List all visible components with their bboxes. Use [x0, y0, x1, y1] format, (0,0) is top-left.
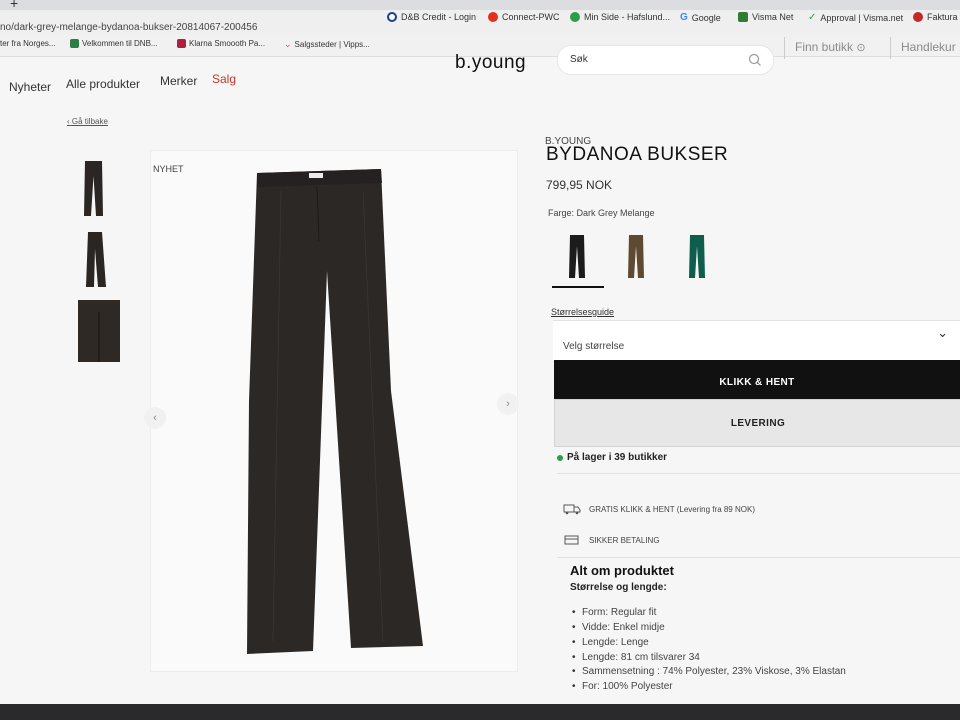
bookmark-google[interactable]: G Google: [680, 12, 721, 23]
about-product-heading: Alt om produktet: [570, 563, 674, 578]
spec-item: Sammensetning : 74% Polyester, 23% Visko…: [572, 666, 846, 677]
bookmark-approval[interactable]: ✓ Approval | Visma.net: [808, 12, 903, 23]
stock-text: På lager i 39 butikker: [567, 452, 668, 463]
divider: [557, 557, 960, 558]
pants-image: [247, 169, 423, 654]
dnb-icon: [387, 12, 397, 22]
selected-swatch-indicator: [552, 286, 604, 288]
next-image-button[interactable]: ›: [497, 393, 519, 415]
nav-salg[interactable]: Salg: [212, 72, 236, 86]
swatch-dark-grey[interactable]: [557, 232, 597, 280]
bookmark-min-side[interactable]: Min Side - Hafslund...: [570, 12, 670, 22]
pants-swatch-dark-grey: [569, 235, 585, 278]
chevron-left-icon: ‹: [67, 117, 70, 126]
header-divider-2: [890, 37, 891, 59]
prev-image-button[interactable]: ‹: [144, 407, 166, 429]
spec-item: For: 100% Polyester: [572, 681, 673, 692]
location-icon: ⊙: [856, 42, 866, 54]
color-label: Farge: Dark Grey Melange: [548, 208, 655, 218]
tab-strip: +: [0, 0, 960, 11]
search-input[interactable]: Søk: [557, 45, 774, 75]
header-divider: [784, 37, 785, 59]
size-select-placeholder: Velg størrelse: [563, 341, 625, 352]
bookmark-dnb-credit[interactable]: D&B Credit - Login: [387, 12, 476, 22]
pants-swatch-green: [689, 235, 705, 278]
browser-screen: + no/dark-grey-melange-bydanoa-bukser-20…: [0, 0, 960, 706]
spec-item: Vidde: Enkel midje: [572, 622, 665, 633]
product-title: BYDANOA BUKSER: [546, 144, 729, 165]
back-label: Gå tilbake: [71, 117, 108, 126]
nav-alle-produkter[interactable]: Alle produkter: [66, 77, 140, 91]
bookmark-faktura[interactable]: Faktura: [913, 12, 958, 22]
pants-thumbnail-front: [84, 161, 103, 216]
credit-card-icon: [564, 535, 579, 545]
bookmark-connect-pwc[interactable]: Connect-PWC: [488, 12, 560, 22]
perk-label: GRATIS KLIKK & HENT (Levering fra 89 NOK…: [589, 504, 755, 514]
pants-swatch-brown: [628, 235, 644, 278]
delivery-button[interactable]: LEVERING: [554, 399, 960, 447]
thumbnail-detail[interactable]: [76, 298, 122, 364]
cart-link[interactable]: Handlekur: [901, 40, 956, 54]
nav-merker[interactable]: Merker: [160, 74, 197, 88]
nav-nyheter[interactable]: Nyheter: [9, 80, 51, 94]
perk-free-click-collect: GRATIS KLIKK & HENT (Levering fra 89 NOK…: [563, 503, 755, 515]
size-select[interactable]: Velg størrelse ⌄: [553, 320, 960, 362]
perk-secure-payment: SIKKER BETALING: [563, 534, 660, 546]
delivery-truck-icon: [563, 504, 581, 515]
perk-label: SIKKER BETALING: [589, 535, 660, 545]
site-logo[interactable]: b.young: [455, 52, 526, 74]
bookmark-dnb[interactable]: Velkommen til DNB...: [70, 39, 158, 48]
pwc-icon: [488, 12, 498, 22]
bookmark-visma-net[interactable]: Visma Net: [738, 12, 793, 22]
vipps-icon: ⌄: [284, 39, 292, 49]
bookmark-vipps[interactable]: ⌄ Salgssteder | Vipps...: [284, 39, 370, 50]
url-text[interactable]: no/dark-grey-melange-bydanoa-bukser-2081…: [0, 22, 257, 33]
swatch-brown[interactable]: [616, 232, 656, 280]
thumbnail-side[interactable]: [76, 229, 122, 291]
size-length-subheading: Størrelse og lengde:: [570, 582, 667, 593]
in-stock-dot-icon: [557, 454, 563, 461]
swatch-green[interactable]: [677, 232, 717, 280]
google-icon: G: [680, 12, 688, 23]
click-and-collect-button[interactable]: KLIKK & HENT: [554, 360, 960, 404]
chevron-right-icon: ›: [506, 398, 510, 410]
spec-item: Lengde: 81 cm tilsvarer 34: [572, 652, 700, 663]
bookmark-norges[interactable]: ter fra Norges...: [0, 39, 56, 48]
spec-item: Form: Regular fit: [572, 607, 657, 618]
new-badge: NYHET: [153, 164, 184, 174]
monitor-bezel: [0, 704, 960, 720]
stock-status: På lager i 39 butikker: [557, 452, 667, 463]
visma-icon: [738, 12, 748, 22]
hafslund-icon: [570, 12, 580, 22]
find-store-label: Finn butikk: [795, 40, 854, 54]
chevron-down-icon: ⌄: [937, 325, 948, 340]
thumbnail-front[interactable]: [76, 158, 122, 220]
find-store-link[interactable]: Finn butikk ⊙: [795, 40, 866, 54]
pants-thumbnail-side: [86, 232, 106, 287]
size-guide-link[interactable]: Størrelsesguide: [551, 307, 614, 317]
search-placeholder: Søk: [570, 54, 588, 65]
back-link[interactable]: ‹ Gå tilbake: [67, 117, 108, 126]
product-main-image[interactable]: [150, 150, 518, 672]
search-icon[interactable]: [747, 52, 763, 68]
bookmark-klarna[interactable]: Klarna Smoooth Pa...: [177, 39, 265, 48]
divider: [557, 473, 960, 474]
pants-thumbnail-detail: [78, 300, 120, 362]
spec-item: Lengde: Lenge: [572, 637, 649, 648]
dnb-bookmark-icon: [70, 39, 79, 48]
product-price: 799,95 NOK: [546, 178, 613, 192]
approval-icon: ✓: [808, 12, 817, 23]
chevron-left-icon: ‹: [153, 412, 157, 424]
klarna-icon: [177, 39, 186, 48]
address-bar[interactable]: no/dark-grey-melange-bydanoa-bukser-2081…: [0, 10, 960, 34]
faktura-icon: [913, 12, 923, 22]
